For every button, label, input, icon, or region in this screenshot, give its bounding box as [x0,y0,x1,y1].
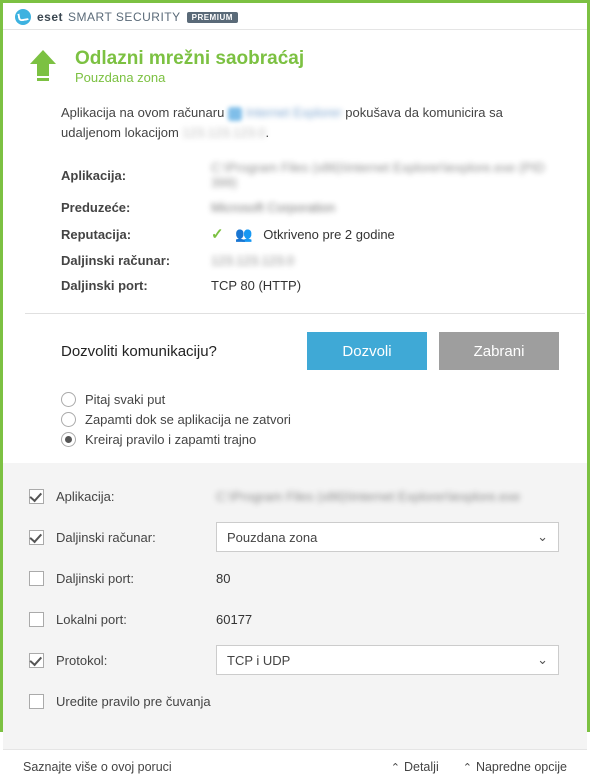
rule-label-edit: Uredite pravilo pre čuvanja [56,694,211,709]
radio-create-rule[interactable]: Kreiraj pravilo i zapamti trajno [61,432,559,447]
brand-eset: eset [37,10,63,24]
radio-label-remember: Zapamti dok se aplikacija ne zatvori [85,412,291,427]
checkbox-protocol[interactable] [29,653,44,668]
checkbox-application[interactable] [29,489,44,504]
header-title: Odlazni mrežni saobraćaj [75,48,304,70]
learn-more-link[interactable]: Saznajte više o ovoj poruci [23,760,172,774]
brand-badge: PREMIUM [187,12,238,23]
row-application: Aplikacija: C:\Program Files (x86)\Inter… [61,160,559,190]
rule-row-edit-before-save: Uredite pravilo pre čuvanja [29,686,559,716]
intro-text: Aplikacija na ovom računaru Internet Exp… [61,103,559,142]
advanced-toggle[interactable]: ⌃ Napredne opcije [463,760,567,774]
label-reputation: Reputacija: [61,227,211,242]
header: Odlazni mrežni saobraćaj Pouzdana zona [3,30,587,95]
select-protocol-text: TCP i UDP [227,653,290,668]
intro-app-blur: Internet Explorer [246,105,342,120]
rule-label-remote-port: Daljinski port: [56,571,216,586]
rule-value-remote-port: 80 [216,571,559,586]
label-remote-port: Daljinski port: [61,278,211,293]
rule-row-local-port: Lokalni port: 60177 [29,604,559,634]
radio-group: Pitaj svaki put Zapamti dok se aplikacij… [61,392,559,447]
outbound-arrow-icon [25,48,61,84]
header-subtitle: Pouzdana zona [75,70,304,85]
label-application: Aplikacija: [61,168,211,183]
app-mini-icon [228,107,242,121]
rule-panel: Aplikacija: C:\Program Files (x86)\Inter… [3,463,587,749]
eset-logo: eset SMART SECURITY PREMIUM [15,9,238,25]
row-remote-port: Daljinski port: TCP 80 (HTTP) [61,278,559,293]
title-bar: eset SMART SECURITY PREMIUM [3,3,587,30]
footer-right: ⌃ Detalji ⌃ Napredne opcije [391,760,567,774]
radio-icon [61,392,76,407]
value-reputation: ✓ 👥 Otkriveno pre 2 godine [211,225,395,243]
label-company: Preduzeće: [61,200,211,215]
value-remote-port: TCP 80 (HTTP) [211,278,301,293]
checkmark-icon: ✓ [211,226,224,243]
deny-button[interactable]: Zabrani [439,332,559,370]
rule-label-application: Aplikacija: [56,489,216,504]
value-remote: 123.123.123.0 [211,253,294,268]
radio-icon [61,432,76,447]
select-remote-zone[interactable]: Pouzdana zona ⌄ [216,522,559,552]
rule-label-remote: Daljinski računar: [56,530,216,545]
footer: Saznajte više o ovoj poruci ⌃ Detalji ⌃ Na… [3,749,587,784]
intro-loc-blur: 123.123.123.0 [182,125,265,140]
checkbox-local-port[interactable] [29,612,44,627]
row-company: Preduzeće: Microsoft Corporation [61,200,559,215]
divider [25,313,585,314]
radio-ask-every-time[interactable]: Pitaj svaki put [61,392,559,407]
reputation-text: Otkriveno pre 2 godine [263,227,395,242]
select-remote-text: Pouzdana zona [227,530,317,545]
people-icon: 👥 [235,226,252,242]
select-protocol[interactable]: TCP i UDP ⌄ [216,645,559,675]
row-remote: Daljinski računar: 123.123.123.0 [61,253,559,268]
chevron-up-icon: ⌃ [463,762,472,774]
advanced-label: Napredne opcije [476,760,567,774]
radio-icon [61,412,76,427]
allow-button[interactable]: Dozvoli [307,332,427,370]
radio-label-ask: Pitaj svaki put [85,392,165,407]
rule-row-protocol: Protokol: TCP i UDP ⌄ [29,645,559,675]
label-remote: Daljinski računar: [61,253,211,268]
row-reputation: Reputacija: ✓ 👥 Otkriveno pre 2 godine [61,225,559,243]
value-company: Microsoft Corporation [211,200,335,215]
checkbox-edit-rule[interactable] [29,694,44,709]
radio-label-create: Kreiraj pravilo i zapamti trajno [85,432,256,447]
eset-logo-icon [15,9,31,25]
intro-part1: Aplikacija na ovom računaru [61,105,224,120]
dialog-frame: eset SMART SECURITY PREMIUM Odlazni mrež… [0,0,590,732]
checkbox-remote[interactable] [29,530,44,545]
checkbox-remote-port[interactable] [29,571,44,586]
rule-value-application: C:\Program Files (x86)\Internet Explorer… [216,489,559,504]
brand-product: SMART SECURITY [68,10,181,24]
rule-row-application: Aplikacija: C:\Program Files (x86)\Inter… [29,481,559,511]
details-label: Detalji [404,760,439,774]
rule-label-protocol: Protokol: [56,653,216,668]
rule-row-remote: Daljinski računar: Pouzdana zona ⌄ [29,522,559,552]
rule-value-local-port: 60177 [216,612,559,627]
chevron-down-icon: ⌄ [537,652,548,668]
chevron-up-icon: ⌃ [391,762,400,774]
rule-row-remote-port: Daljinski port: 80 [29,563,559,593]
question-text: Dozvoliti komunikaciju? [61,343,217,360]
value-application: C:\Program Files (x86)\Internet Explorer… [211,160,559,190]
rule-label-local-port: Lokalni port: [56,612,216,627]
radio-dot-icon [65,436,72,443]
chevron-down-icon: ⌄ [537,529,548,545]
body: Aplikacija na ovom računaru Internet Exp… [3,95,587,463]
question-row: Dozvoliti komunikaciju? Dozvoli Zabrani [61,332,559,370]
action-buttons: Dozvoli Zabrani [307,332,559,370]
radio-remember-until-close[interactable]: Zapamti dok se aplikacija ne zatvori [61,412,559,427]
details-toggle[interactable]: ⌃ Detalji [391,760,439,774]
